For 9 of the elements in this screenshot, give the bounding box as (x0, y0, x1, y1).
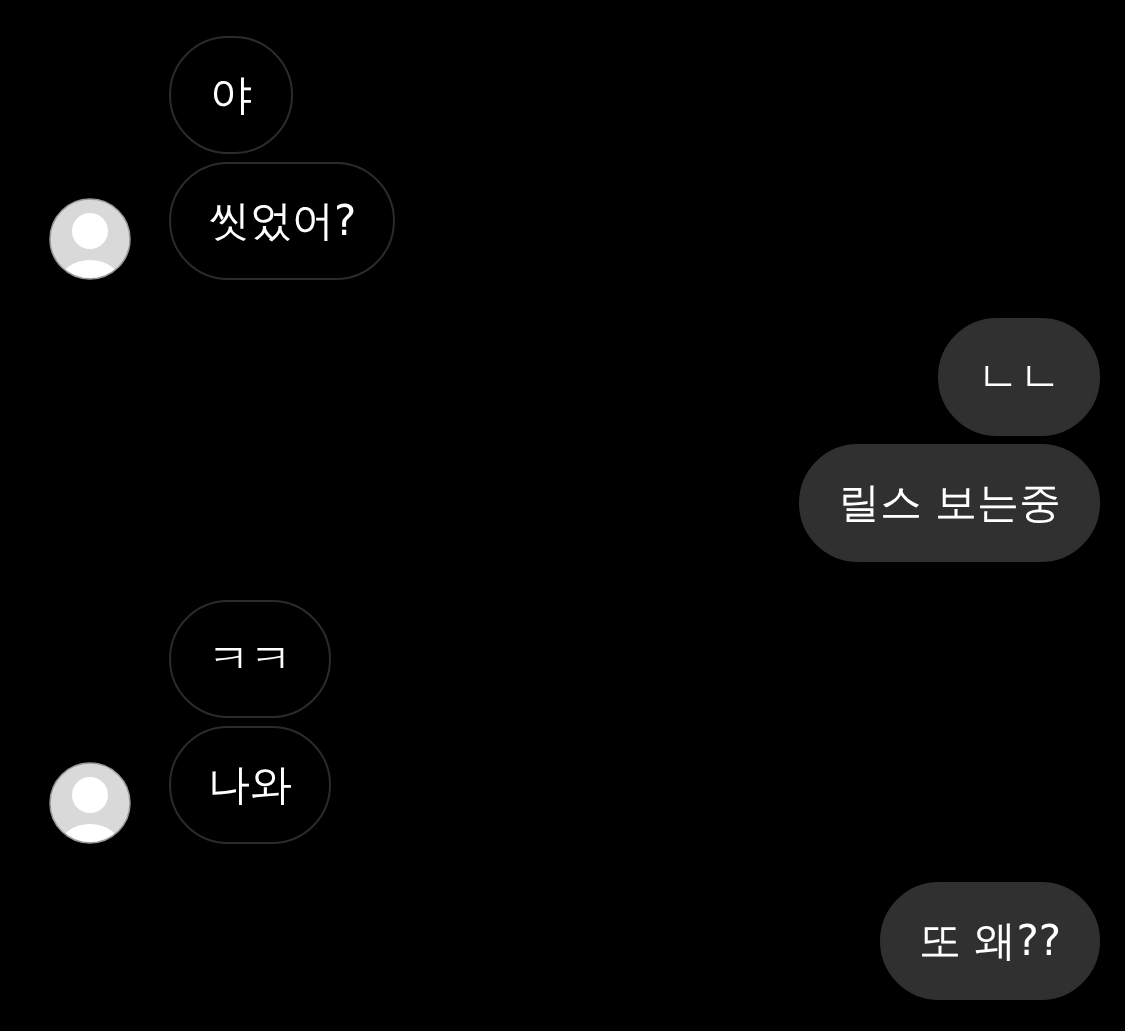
message-bubble: 야 (169, 36, 293, 154)
avatar-icon (49, 762, 131, 844)
message-bubble: ㅋㅋ (169, 600, 331, 718)
message-bubble: 나와 (169, 726, 331, 844)
avatar-icon (49, 198, 131, 280)
message-bubble: 또 왜?? (880, 882, 1100, 1000)
message-bubble: 릴스 보는중 (798, 444, 1100, 562)
message-bubble: 씻었어? (169, 162, 396, 280)
message-bubble: ㄴㄴ (938, 318, 1100, 436)
